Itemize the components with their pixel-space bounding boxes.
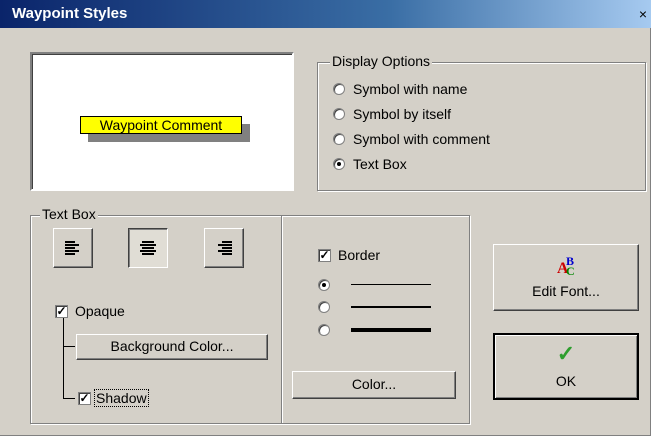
shadow-checkbox-row[interactable]: ✓ Shadow bbox=[78, 388, 149, 408]
align-left-icon bbox=[65, 241, 81, 255]
radio-text-box[interactable]: Text Box bbox=[333, 154, 407, 174]
opaque-label: Opaque bbox=[75, 303, 125, 319]
title-bar[interactable]: Waypoint Styles × bbox=[0, 0, 651, 28]
line-sample-thick bbox=[351, 328, 431, 332]
background-color-button[interactable]: Background Color... bbox=[76, 334, 268, 360]
radio-button[interactable] bbox=[333, 158, 345, 170]
line-sample-thin bbox=[351, 284, 431, 285]
border-checkbox-row[interactable]: ✓ Border bbox=[318, 245, 380, 265]
radio-symbol-by-itself[interactable]: Symbol by itself bbox=[333, 104, 451, 124]
radio-label: Symbol with comment bbox=[353, 131, 490, 147]
ok-label: OK bbox=[555, 373, 577, 389]
tree-connector-branch-2 bbox=[63, 398, 75, 399]
radio-label: Text Box bbox=[353, 156, 407, 172]
radio-label: Symbol with name bbox=[353, 81, 468, 97]
background-color-label: Background Color... bbox=[110, 338, 234, 354]
style-preview-pane: Waypoint Comment bbox=[30, 52, 294, 191]
shadow-label: Shadow bbox=[94, 389, 149, 407]
line-width-thin-row[interactable] bbox=[318, 275, 338, 295]
align-center-button[interactable] bbox=[128, 228, 168, 268]
checkmark-icon: ✓ bbox=[556, 341, 576, 366]
dialog-title: Waypoint Styles bbox=[12, 5, 128, 22]
align-center-icon bbox=[140, 241, 156, 255]
font-abc-icon: A B C bbox=[557, 254, 577, 278]
edit-font-button[interactable]: A B C Edit Font... bbox=[493, 244, 639, 311]
ok-button[interactable]: ✓ OK bbox=[493, 333, 639, 400]
opaque-checkbox-row[interactable]: ✓ Opaque bbox=[55, 301, 125, 321]
font-glyph-c: C bbox=[566, 264, 575, 278]
radio-button[interactable] bbox=[318, 279, 330, 291]
align-right-button[interactable] bbox=[204, 228, 244, 268]
display-options-label: Display Options bbox=[330, 53, 433, 69]
align-left-button[interactable] bbox=[53, 228, 93, 268]
tree-connector-vertical bbox=[63, 318, 64, 399]
edit-font-label: Edit Font... bbox=[532, 283, 600, 299]
close-icon[interactable]: × bbox=[636, 5, 650, 23]
border-color-button[interactable]: Color... bbox=[292, 371, 456, 399]
radio-symbol-with-comment[interactable]: Symbol with comment bbox=[333, 129, 490, 149]
opaque-checkbox[interactable]: ✓ bbox=[55, 304, 68, 318]
border-color-label: Color... bbox=[351, 376, 397, 392]
text-box-divider bbox=[281, 216, 282, 423]
radio-button[interactable] bbox=[333, 83, 345, 95]
align-right-icon bbox=[216, 241, 232, 255]
border-label: Border bbox=[338, 247, 381, 263]
waypoint-styles-dialog: Waypoint Styles × Waypoint Comment Displ… bbox=[0, 0, 651, 436]
radio-symbol-with-name[interactable]: Symbol with name bbox=[333, 79, 467, 99]
radio-button[interactable] bbox=[318, 324, 330, 336]
border-checkbox[interactable]: ✓ bbox=[318, 248, 331, 262]
radio-button[interactable] bbox=[333, 108, 345, 120]
radio-button[interactable] bbox=[333, 133, 345, 145]
line-width-thick-row[interactable] bbox=[318, 320, 338, 340]
radio-label: Symbol by itself bbox=[353, 106, 452, 122]
preview-waypoint-textbox: Waypoint Comment bbox=[80, 116, 242, 134]
radio-button[interactable] bbox=[318, 301, 330, 313]
shadow-checkbox[interactable]: ✓ bbox=[78, 391, 91, 405]
line-sample-medium bbox=[351, 306, 431, 308]
line-width-medium-row[interactable] bbox=[318, 297, 338, 317]
text-box-group-label: Text Box bbox=[40, 206, 98, 222]
tree-connector-branch-1 bbox=[63, 346, 75, 347]
